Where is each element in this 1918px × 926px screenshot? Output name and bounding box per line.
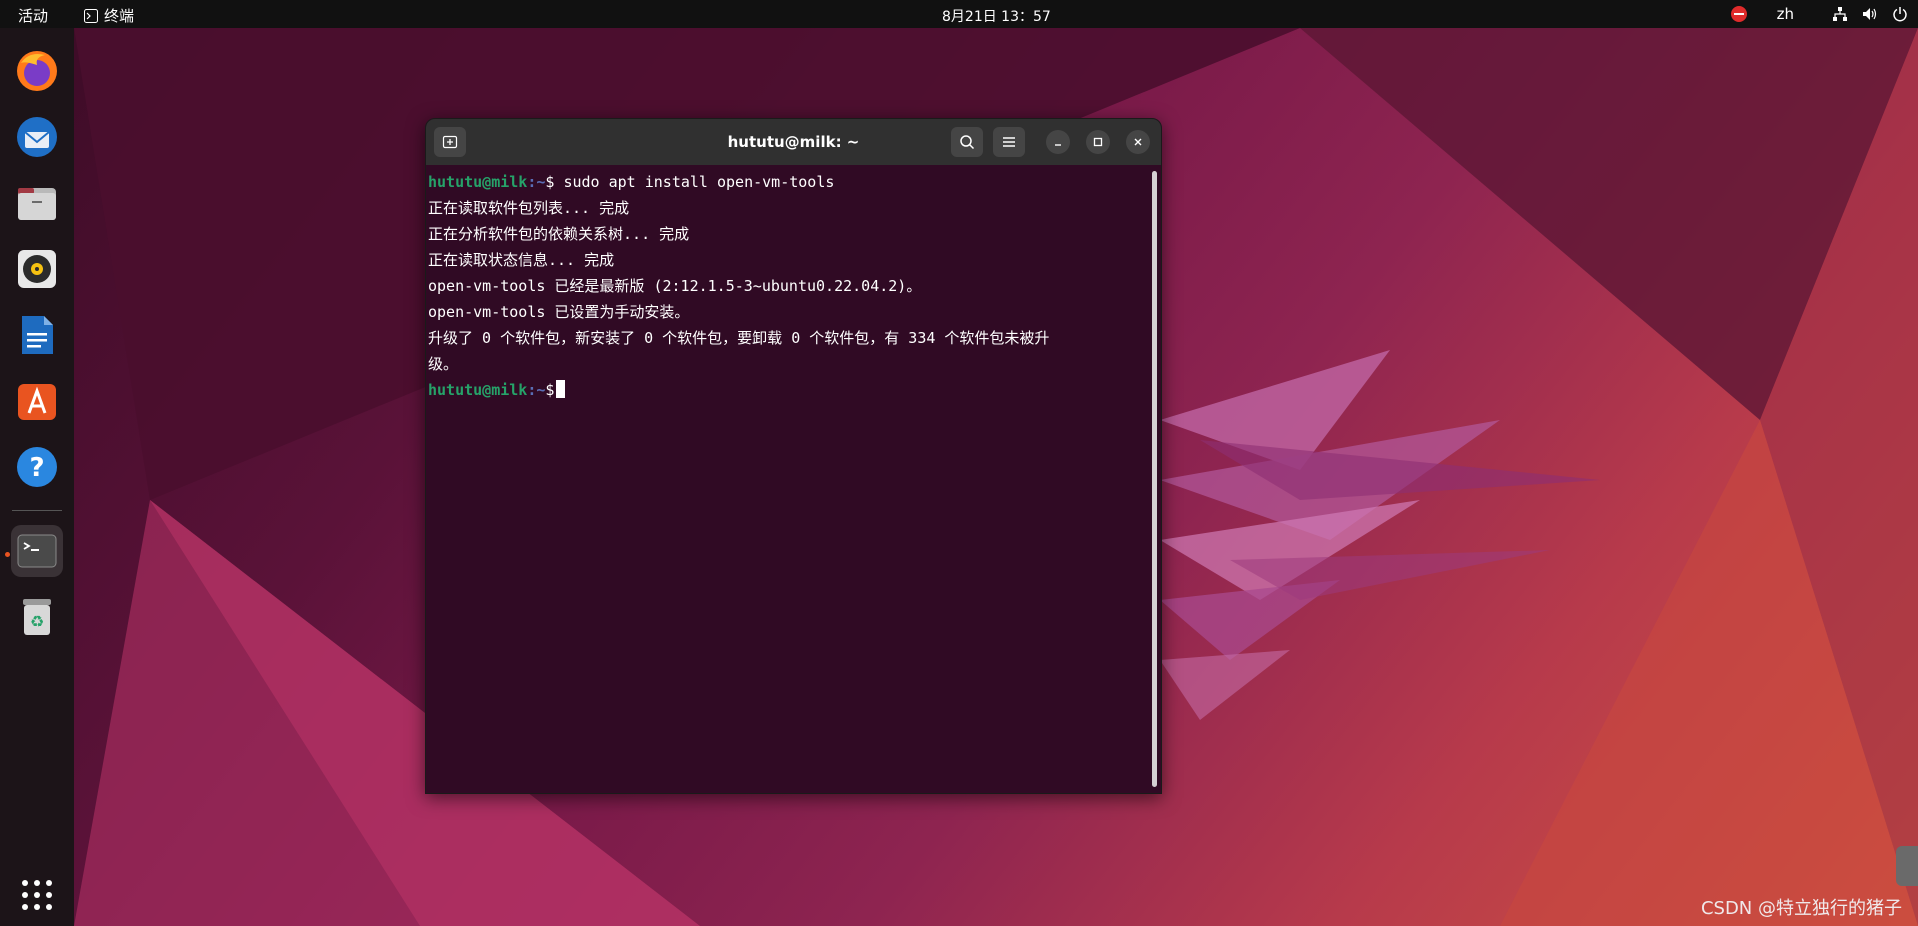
clock[interactable]: 8月21日 13：57 <box>942 6 1051 26</box>
show-apps-button[interactable] <box>11 869 63 921</box>
output-line: 级。 <box>428 355 459 373</box>
app-menu-label: 终端 <box>104 7 135 25</box>
prompt-user: hututu@milk <box>428 173 528 191</box>
dock-item-firefox[interactable] <box>11 45 63 97</box>
dock-item-files[interactable] <box>11 177 63 229</box>
app-menu[interactable]: 终端 <box>84 5 134 26</box>
prompt-symbol: $ <box>545 381 555 399</box>
scrollbar[interactable] <box>1152 171 1157 787</box>
prompt-user: hututu@milk <box>428 381 528 399</box>
output-line: 正在读取软件包列表... 完成 <box>428 199 630 217</box>
power-icon[interactable] <box>1892 6 1908 22</box>
command-text: sudo apt install open-vm-tools <box>554 173 835 191</box>
hamburger-icon <box>1003 137 1015 147</box>
do-not-disturb-icon[interactable] <box>1730 6 1747 22</box>
activities-button[interactable]: 活动 <box>18 5 48 26</box>
search-icon <box>960 135 975 150</box>
volume-icon[interactable] <box>1862 6 1878 22</box>
dock-separator <box>12 510 62 511</box>
prompt-path: :~ <box>527 173 546 191</box>
output-line: 正在分析软件包的依赖关系树... 完成 <box>428 225 690 243</box>
help-icon: ? <box>17 447 57 487</box>
maximize-button[interactable] <box>1086 130 1110 154</box>
output-line: open-vm-tools 已设置为手动安装。 <box>428 303 690 321</box>
app-center-icon <box>18 384 56 420</box>
rhythmbox-icon <box>18 250 56 288</box>
dock-item-app-center[interactable] <box>11 375 63 427</box>
dock-item-thunderbird[interactable] <box>11 111 63 163</box>
minimize-button[interactable] <box>1046 130 1070 154</box>
output-line: 升级了 0 个软件包，新安装了 0 个软件包，要卸载 0 个软件包，有 334 … <box>428 329 1050 347</box>
side-panel-handle[interactable] <box>1896 846 1918 886</box>
prompt-path: :~ <box>527 381 546 399</box>
input-method-indicator[interactable]: zh <box>1777 5 1794 23</box>
terminal-small-icon <box>84 8 98 23</box>
dock-item-terminal[interactable] <box>11 525 63 577</box>
libreoffice-writer-icon <box>22 316 53 354</box>
command-line: hututu@milk:~$ sudo apt install open-vm-… <box>428 169 1146 195</box>
terminal-icon <box>17 534 57 568</box>
search-button[interactable] <box>951 127 983 157</box>
dock-item-rhythmbox[interactable] <box>11 243 63 295</box>
dock-item-writer[interactable] <box>11 309 63 361</box>
top-bar: 活动 终端 8月21日 13：57 zh <box>0 0 1918 28</box>
menu-button[interactable] <box>993 127 1025 157</box>
watermark: CSDN @特立独行的猪子 <box>1700 898 1902 919</box>
close-icon <box>1134 138 1142 146</box>
text-cursor <box>556 380 566 398</box>
svg-text:♻: ♻ <box>30 612 44 631</box>
terminal-header[interactable]: hututu@milk: ~ <box>426 119 1161 165</box>
thunderbird-icon <box>17 117 57 157</box>
firefox-icon <box>17 51 57 91</box>
files-icon <box>18 188 56 220</box>
current-prompt-line: hututu@milk:~$ <box>428 377 1146 403</box>
trash-icon: ♻ <box>23 599 51 635</box>
system-tray[interactable]: zh <box>1730 4 1908 24</box>
network-icon[interactable] <box>1832 6 1848 22</box>
minimize-icon <box>1055 144 1061 146</box>
app-grid-icon <box>22 880 52 910</box>
terminal-window[interactable]: hututu@milk: ~ hututu@milk:~$ sudo apt i… <box>425 118 1162 794</box>
maximize-icon <box>1093 137 1103 147</box>
svg-text:?: ? <box>29 453 44 483</box>
dock-item-trash[interactable]: ♻ <box>11 591 63 643</box>
running-indicator <box>5 552 10 557</box>
dock: ? ♻ <box>0 28 74 926</box>
dock-item-help[interactable]: ? <box>11 441 63 493</box>
output-line: 正在读取状态信息... 完成 <box>428 251 615 269</box>
terminal-output[interactable]: hututu@milk:~$ sudo apt install open-vm-… <box>426 165 1146 793</box>
output-line: open-vm-tools 已经是最新版 (2:12.1.5-3~ubuntu0… <box>428 277 922 295</box>
close-button[interactable] <box>1126 130 1150 154</box>
